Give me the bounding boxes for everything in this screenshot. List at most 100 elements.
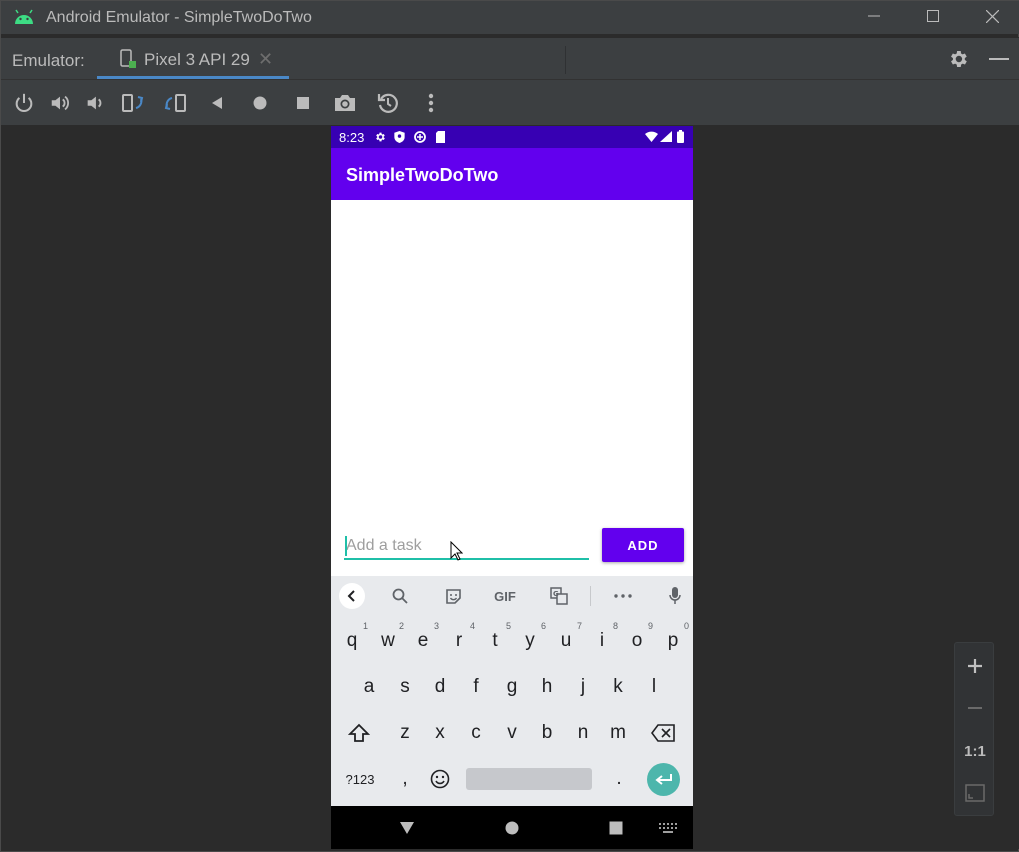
nav-back-button[interactable] [397,818,417,838]
home-button[interactable] [248,91,272,115]
key-o[interactable]: o9 [619,621,655,661]
keyboard-translate-button[interactable]: G [546,584,572,608]
suggestion-divider [590,586,591,606]
key-p[interactable]: p0 [655,621,691,661]
nav-home-button[interactable] [502,818,522,838]
more-options-button[interactable] [419,91,443,115]
zoom-controls: 1:1 [954,642,994,816]
sticker-icon [445,588,461,604]
task-list [331,200,693,576]
rotate-right-icon [164,94,186,112]
soft-keyboard: GIF G q1 w2 e3 r4 t5 y6 u7 i8 o 9 p 0 a … [331,576,693,806]
key-w[interactable]: w2 [370,621,406,661]
keyboard-more-button[interactable] [610,584,636,608]
emulator-window: Android Emulator - SimpleTwoDoTwo Emulat… [0,0,1019,852]
cell-signal-icon [660,131,672,142]
key-j[interactable]: j [565,667,601,707]
key-t[interactable]: t5 [477,621,513,661]
actual-size-button[interactable]: 1:1 [955,736,995,766]
comma-key[interactable]: , [387,759,423,799]
shift-key[interactable] [341,713,377,753]
tab-close-icon[interactable]: ✕ [258,49,273,70]
key-e[interactable]: e3 [405,621,441,661]
key-s[interactable]: s [387,667,423,707]
key-l[interactable]: l [636,667,672,707]
key-h[interactable]: h [529,667,565,707]
symbols-key[interactable]: ?123 [339,759,381,799]
add-button[interactable]: ADD [602,528,684,562]
maximize-button[interactable] [910,1,956,31]
space-key[interactable] [466,768,592,790]
key-f[interactable]: f [458,667,494,707]
key-b[interactable]: b [529,713,565,753]
rotate-left-button[interactable] [121,91,145,115]
key-v[interactable]: v [494,713,530,753]
zoom-in-button[interactable] [955,651,995,681]
rotate-left-icon [122,94,144,112]
nav-home-icon [505,821,519,835]
period-key[interactable]: . [601,759,637,799]
key-y[interactable]: y6 [512,621,548,661]
nav-recents-icon [609,821,623,835]
fit-screen-button[interactable] [955,778,995,808]
chevron-left-icon [347,590,355,602]
keyboard-search-button[interactable] [387,584,413,608]
minus-icon [968,707,982,709]
hide-panel-icon[interactable] [989,58,1009,61]
nav-keyboard-switch-button[interactable] [658,818,678,838]
rotate-right-button[interactable] [163,91,187,115]
task-input[interactable]: Add a task [344,534,589,560]
zoom-out-button[interactable] [955,693,995,723]
key-q[interactable]: q1 [334,621,370,661]
key-c[interactable]: c [458,713,494,753]
keyboard-sticker-button[interactable] [440,584,466,608]
keyboard-gif-button[interactable]: GIF [492,584,518,608]
emoji-key[interactable] [422,759,458,799]
key-u[interactable]: u7 [548,621,584,661]
minimize-button[interactable] [851,1,897,31]
shield-status-icon [394,131,405,143]
tab-divider [565,46,566,74]
key-k[interactable]: k [600,667,636,707]
power-button[interactable] [12,91,36,115]
keyboard-collapse-button[interactable] [339,583,365,609]
key-i[interactable]: i8 [584,621,620,661]
plus-icon [968,659,982,673]
navigation-bar [331,806,693,849]
backspace-icon [651,724,675,742]
key-g[interactable]: g [494,667,530,707]
key-n[interactable]: n [565,713,601,753]
back-button[interactable] [206,91,230,115]
key-m[interactable]: m [600,713,636,753]
key-r[interactable]: r4 [441,621,477,661]
gear-icon[interactable] [947,48,969,70]
mouse-pointer-icon [450,541,463,561]
tab-pixel-3[interactable]: Pixel 3 API 29 ✕ [97,38,289,80]
tab-bar: Emulator: Pixel 3 API 29 ✕ [1,37,1019,80]
keyboard-icon [659,823,677,833]
volume-down-button[interactable] [83,91,107,115]
backspace-key[interactable] [645,713,681,753]
text-cursor [345,536,347,556]
keyboard-mic-button[interactable] [662,584,688,608]
keyboard-suggestion-bar: GIF G [331,576,693,616]
snapshot-button[interactable] [376,91,400,115]
app-title: SimpleTwoDoTwo [346,165,499,185]
key-z[interactable]: z [387,713,423,753]
overview-button[interactable] [291,91,315,115]
more-vert-icon [428,93,434,113]
key-d[interactable]: d [422,667,458,707]
key-a[interactable]: a [351,667,387,707]
key-x[interactable]: x [422,713,458,753]
nav-recents-button[interactable] [606,818,626,838]
close-window-button[interactable] [969,1,1015,31]
tab-label: Pixel 3 API 29 [144,50,250,69]
enter-key[interactable] [647,763,680,796]
android-icon [15,9,33,24]
status-bar: 8:23 [331,126,693,148]
device-icon [120,49,136,68]
volume-up-button[interactable] [48,91,72,115]
screenshot-button[interactable] [333,91,357,115]
overview-square-icon [297,97,309,109]
volume-down-icon [87,96,102,110]
